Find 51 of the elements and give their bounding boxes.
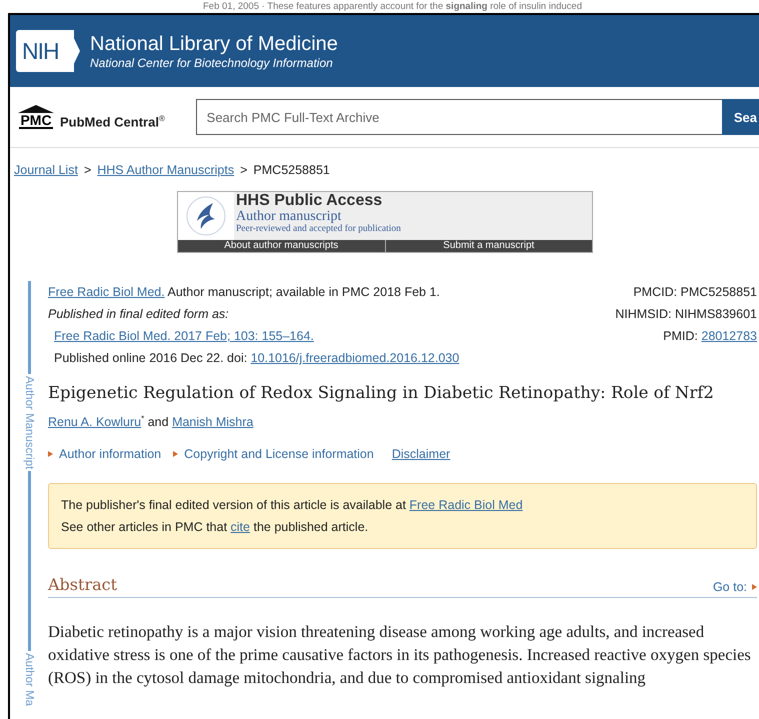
breadcrumb-link[interactable]: HHS Author Manuscripts xyxy=(97,163,234,183)
id-value: PMC5258851 xyxy=(680,285,757,299)
author-link[interactable]: Renu A. Kowluru xyxy=(48,415,142,430)
citation-link[interactable]: Free Radic Biol Med. 2017 Feb; 103: 155–164. xyxy=(54,329,314,343)
rail-label: Author Ma xyxy=(23,652,35,708)
article-title: Epigenetic Regulation of Redox Signaling in Diabetic Retinopathy: Role of Nrf2 xyxy=(48,383,715,402)
breadcrumb-link[interactable]: Journal List xyxy=(14,163,78,183)
breadcrumb-separator: > xyxy=(84,163,92,179)
footnote-mark: * xyxy=(141,414,144,423)
id-value: NIHMS839601 xyxy=(675,307,757,321)
availability-text: Author manuscript; available in PMC 2018 Feb 1. xyxy=(168,285,440,299)
id-link[interactable]: 28012783 xyxy=(701,329,757,343)
site-title: National Library of Medicine xyxy=(90,32,338,56)
banner-title: HHS Public Access xyxy=(235,192,384,210)
triangle-icon xyxy=(173,451,178,458)
search-button[interactable]: Sea xyxy=(722,99,759,135)
expander-link[interactable]: Author information xyxy=(48,447,162,462)
id-label: NIHMSID: xyxy=(615,307,672,321)
site-subtitle: National Center for Biotechnology Information xyxy=(90,56,334,70)
disclaimer-link[interactable]: Disclaimer xyxy=(392,447,450,462)
author-joiner: and xyxy=(148,415,169,430)
breadcrumb-current: PMC5258851 xyxy=(253,163,330,179)
author-link[interactable]: Manish Mishra xyxy=(172,415,254,430)
notice-text: See other articles in PMC that xyxy=(61,520,228,534)
section-heading: Abstract xyxy=(48,575,118,594)
banner-link[interactable]: About author manuscripts xyxy=(178,240,384,252)
triangle-icon xyxy=(48,451,53,458)
notice-link[interactable]: cite xyxy=(230,520,250,534)
search-field[interactable]: Search PMC Full-Text Archive xyxy=(196,99,722,135)
id-label: PMID: xyxy=(663,329,698,343)
banner-link[interactable]: Submit a manuscript xyxy=(384,240,592,252)
abstract-text: Diabetic retinopathy is a major vision threatening disease among working age adults, and increased oxidative stress is one of the prime causative factors in its pathogenesis. Increased reactive oxygen species (ROS) in the cytosol damage mitochondria, and due to compromised antioxidant signaling xyxy=(48,621,752,690)
breadcrumb-separator: > xyxy=(240,163,248,179)
banner-note: Peer-reviewed and accepted for publication xyxy=(235,224,401,234)
triangle-icon xyxy=(752,584,757,590)
site-name[interactable]: PubMed Central$^{®}$ xyxy=(60,112,165,129)
notice-text: the published article. xyxy=(253,520,368,534)
id-label: PMCID: xyxy=(633,285,678,299)
notice-text: The publisher's final edited version of this article is available at xyxy=(61,498,406,512)
notice-link[interactable]: Free Radic Biol Med xyxy=(409,498,523,512)
journal-link[interactable]: Free Radic Biol Med. xyxy=(48,285,165,299)
online-text: Published online 2016 Dec 22. doi: xyxy=(54,351,248,365)
rail-label: Author Manuscript xyxy=(23,375,35,472)
expander-link[interactable]: Copyright and License information xyxy=(173,447,374,462)
eagle-seal-icon xyxy=(185,195,227,237)
banner-subtitle: Author manuscript xyxy=(235,210,342,224)
background-snippet: Feb 01, 2005 · These features apparently account for the signaling role of insulin induced xyxy=(203,0,582,13)
goto-link[interactable]: Go to: xyxy=(712,580,757,594)
doi-link[interactable]: 10.1016/j.freeradbiomed.2016.12.030 xyxy=(250,351,460,365)
final-form-label: Published in final edited form as: xyxy=(48,306,230,323)
pmc-logo[interactable]: PMC xyxy=(16,105,56,129)
